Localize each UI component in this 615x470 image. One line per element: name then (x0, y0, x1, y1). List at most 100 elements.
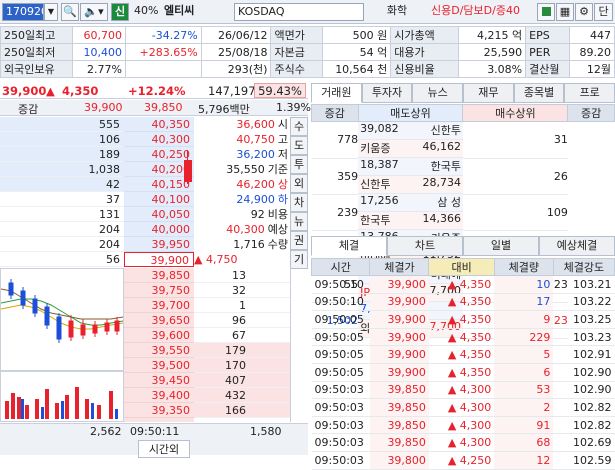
bid-quantity[interactable]: 13 (194, 268, 290, 283)
bid-quantity[interactable]: 179 (194, 343, 290, 358)
tab-3[interactable]: 재무 (463, 83, 514, 103)
info-cell-d: 25/08/18 (200, 43, 272, 61)
ohlc-value: 35,550 (226, 163, 265, 176)
ohlc-row: 40,300 예상 (194, 222, 290, 237)
side-button[interactable]: 도 (290, 136, 308, 155)
tab-1[interactable]: 투자자 (361, 83, 413, 103)
side-button[interactable]: 외 (290, 174, 308, 193)
ask-price[interactable]: 39,950 (124, 237, 194, 252)
ohlc-row: ▲ 4,750 +13.36% (194, 252, 290, 281)
bid-price[interactable]: 39,750 (124, 283, 194, 298)
side-button[interactable]: 뉴 (290, 212, 308, 231)
trade-time: 09:50:05 (311, 345, 370, 364)
bid-quantity[interactable]: 32 (194, 283, 290, 298)
trade-tab-1[interactable]: 차트 (387, 236, 463, 256)
bid-price[interactable]: 39,400 (124, 388, 194, 403)
ask-price[interactable]: 40,100 (124, 192, 194, 207)
search-icon[interactable]: 🔍 (61, 3, 79, 21)
ask-price[interactable]: 40,300 (124, 132, 194, 147)
ask-price[interactable]: 40,050 (124, 207, 194, 222)
footer-time: 09:50:11 (130, 425, 180, 438)
ask-price[interactable]: 39,900 (124, 252, 194, 267)
side-button[interactable]: 투 (290, 155, 308, 174)
trade-header-cell: 체결량 (493, 258, 554, 276)
tab-4[interactable]: 종목별 (513, 83, 565, 103)
buy-broker[interactable]: 신한투 (360, 176, 390, 193)
bid-price[interactable]: 39,850 (124, 268, 194, 283)
trade-volume: 5 (494, 345, 554, 364)
sell-broker[interactable]: 신한투 (431, 122, 461, 139)
ask-price[interactable]: 40,000 (124, 222, 194, 237)
ask-quantity[interactable]: 131 (0, 207, 124, 222)
ask-quantity[interactable]: 106 (0, 132, 124, 147)
buy-qty: 46,162 (422, 140, 461, 153)
code-dropdown-icon[interactable]: ▼ (44, 3, 58, 21)
bid-price[interactable]: 39,500 (124, 358, 194, 373)
bid-quantity[interactable]: 407 (194, 373, 290, 388)
bid-quantity[interactable]: 170 (194, 358, 290, 373)
bid-price[interactable]: 39,700 (124, 298, 194, 313)
trade-change: ▲ 4,350 (428, 345, 495, 364)
trade-price: 39,850 (369, 398, 429, 417)
trade-tab-0[interactable]: 체결 (311, 236, 387, 256)
buy-broker[interactable]: 키움증 (360, 140, 390, 157)
side-button[interactable]: 권 (290, 231, 308, 250)
ask-quantity[interactable]: 42 (0, 177, 124, 192)
volume-ratio: 59.43% (254, 83, 306, 98)
layout-icon[interactable]: ▦ (556, 3, 574, 21)
ask-quantity[interactable]: 56 (0, 252, 124, 267)
stock-code-input[interactable]: 170920 (2, 3, 44, 21)
buy-diff: 31 (462, 121, 568, 159)
credit-flag-button[interactable]: 신 (111, 3, 129, 21)
trade-tab-2[interactable]: 일별 (463, 236, 539, 256)
ohlc-row: 36,200 저 (194, 147, 290, 162)
ask-quantity[interactable]: 189 (0, 147, 124, 162)
sell-broker[interactable]: 한국투 (431, 158, 461, 175)
bid-quantity[interactable]: 1 (194, 298, 290, 313)
trade-tab-3[interactable]: 예상체결 (539, 236, 615, 256)
ohlc-key: 기준 (267, 163, 288, 176)
tab-2[interactable]: 뉴스 (412, 83, 464, 103)
sell-qty: 39,082 (360, 122, 399, 135)
info-table: 250일최고 60,700 -34.27% 26/06/12 액면가 500 원 시가총액 4… (0, 26, 615, 78)
bid-price[interactable]: 39,650 (124, 313, 194, 328)
ask-quantity[interactable]: 204 (0, 237, 124, 252)
ask-quantity[interactable]: 1,038 (0, 162, 124, 177)
info-cell-b: 2.77% (72, 60, 126, 78)
ask-price[interactable]: 40,350 (124, 117, 194, 132)
sell-diff: 778 (311, 121, 359, 159)
bid-price-column: 39,850 39,750 39,700 39,650 39,600 39,550 39,5… (124, 268, 194, 422)
ask-quantity[interactable]: 37 (0, 192, 124, 207)
ask-quantity[interactable]: 204 (0, 222, 124, 237)
bid-quantity[interactable]: 432 (194, 388, 290, 403)
green-square-icon[interactable] (537, 3, 555, 21)
side-button[interactable]: 차 (290, 193, 308, 212)
bid-price[interactable]: 39,350 (124, 403, 194, 418)
tab-0[interactable]: 거래원 (311, 83, 362, 103)
info-cell-c: +283.65% (124, 43, 202, 61)
ohlc-key: 시 (277, 118, 288, 131)
ask-quantity[interactable]: 555 (0, 117, 124, 132)
side-button[interactable]: 수 (290, 117, 308, 136)
info-cell-g: 대용가 (390, 43, 459, 61)
bid-quantity[interactable]: 67 (194, 328, 290, 343)
after-hours-button[interactable]: 시간외 (138, 440, 190, 458)
bid-price[interactable]: 39,600 (124, 328, 194, 343)
bid-quantity[interactable]: 96 (194, 313, 290, 328)
trade-time: 09:50:03 (311, 381, 370, 400)
trade-volume: 53 (494, 381, 554, 400)
bid-quantity[interactable]: 166 (194, 403, 290, 418)
single-view-button[interactable]: 단 (594, 3, 613, 21)
speaker-icon[interactable]: 🔈▾ (80, 3, 108, 21)
bid-price[interactable]: 39,450 (124, 373, 194, 388)
bid-price[interactable]: 39,550 (124, 343, 194, 358)
buy-broker[interactable]: 한국투 (360, 212, 390, 229)
sell-broker[interactable]: 삼 성 (437, 194, 461, 211)
trade-volume: 9 (494, 310, 554, 329)
gear-icon[interactable]: ⚙ (575, 3, 593, 21)
tab-5[interactable]: 프로 (564, 83, 615, 103)
info-cell-e: 액면가 (270, 26, 323, 44)
ohlc-key: 수량 (267, 238, 288, 251)
info-cell-a: 250일최저 (0, 43, 74, 61)
side-button[interactable]: 기 (290, 250, 308, 269)
